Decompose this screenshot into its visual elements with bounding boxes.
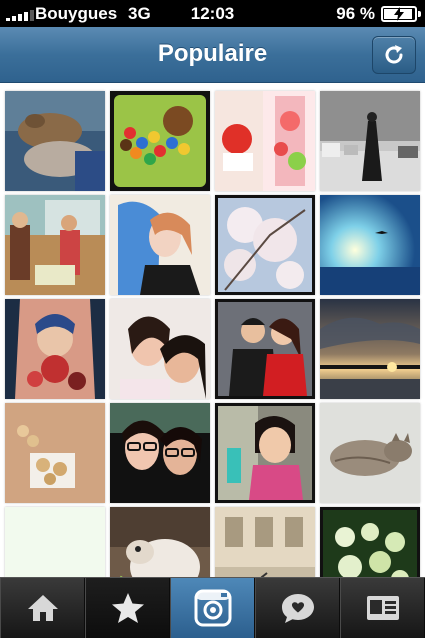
photo-dog[interactable]: [110, 507, 210, 577]
photo-blue-hair-girl[interactable]: [110, 195, 210, 295]
photo-sunset-pier[interactable]: [320, 299, 420, 399]
photo-green-flowers[interactable]: [320, 507, 420, 577]
navigation-bar: Populaire: [0, 27, 425, 83]
refresh-button[interactable]: [372, 36, 416, 74]
photo-glasses-women[interactable]: [110, 403, 210, 503]
battery-percent: 96 %: [336, 4, 375, 23]
battery-icon: [381, 6, 421, 22]
tab-profile[interactable]: [340, 578, 425, 638]
status-bar: Bouygues 3G 12:03 96 %: [0, 0, 425, 27]
profile-card-icon: [366, 596, 399, 620]
popular-photo-grid: [0, 84, 425, 577]
photo-sea-bird[interactable]: [320, 195, 420, 295]
photo-building-bike[interactable]: [215, 507, 315, 577]
photo-child[interactable]: [215, 403, 315, 503]
photo-pale[interactable]: [5, 507, 105, 577]
tab-bar: [0, 577, 425, 638]
camera-icon: [194, 589, 231, 627]
photo-people-window[interactable]: [5, 195, 105, 295]
photo-cookies[interactable]: [5, 403, 105, 503]
photo-apple-flowers[interactable]: [215, 91, 315, 191]
photo-street-woman[interactable]: [320, 91, 420, 191]
star-icon: [111, 593, 144, 623]
photo-cherry-blossom[interactable]: [215, 195, 315, 295]
photo-sleeping-cat[interactable]: [320, 403, 420, 503]
home-icon: [27, 595, 58, 621]
tab-popular[interactable]: [85, 578, 170, 638]
tab-home[interactable]: [0, 578, 85, 638]
refresh-icon: [385, 45, 403, 64]
photo-candies[interactable]: [110, 91, 210, 191]
speech-bubble-icon: [281, 594, 314, 623]
page-title: Populaire: [157, 40, 268, 67]
photo-rabbits[interactable]: [5, 91, 105, 191]
tab-news[interactable]: [255, 578, 340, 638]
photo-two-women-selfie[interactable]: [110, 299, 210, 399]
photo-couple[interactable]: [215, 299, 315, 399]
tab-camera[interactable]: [170, 578, 255, 638]
photo-tattoo[interactable]: [5, 299, 105, 399]
